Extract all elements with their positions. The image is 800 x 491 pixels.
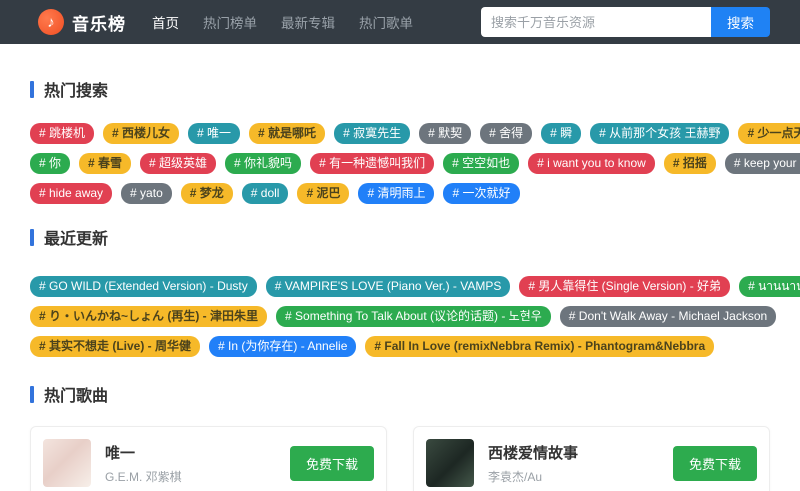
search-bar: 搜索	[481, 7, 770, 37]
section-bar	[30, 385, 34, 403]
song-info: 西楼爱情故事 李袁杰/Au	[488, 442, 578, 485]
hot-search-tag[interactable]: # hide away	[30, 183, 113, 204]
hot-search-tag[interactable]: # 跳楼机	[30, 123, 95, 144]
section-title-recent-update: 最近更新	[30, 225, 770, 249]
recent-update-tag[interactable]: # り・いんかね~しょん (再生) - 津田朱里	[30, 306, 268, 327]
hot-search-tag[interactable]: # 默契	[419, 123, 472, 144]
hot-search-tag[interactable]: # 你礼貌吗	[225, 153, 302, 174]
hot-search-tag[interactable]: # 舍得	[480, 123, 533, 144]
recent-update-tag-row: # 其实不想走 (Live) - 周华健 # In (为你存在) - Anneli…	[30, 336, 770, 357]
album-art	[43, 439, 91, 487]
section-title-hot-songs: 热门歌曲	[30, 382, 770, 406]
nav-item-new-albums[interactable]: 最新专辑	[281, 12, 335, 32]
recent-update-tag[interactable]: # In (为你存在) - Annelie	[209, 336, 357, 357]
recent-update-tag[interactable]: # นานนาน Feat.B5 - ToR+ Saksit	[739, 276, 800, 297]
recent-update-tag-list: # GO WILD (Extended Version) - Dusty # VA…	[30, 276, 800, 357]
hot-search-tag-row: # 跳楼机 # 西楼儿女 # 唯一 # 就是哪吒 # 寂寞先生 # 默契 # 舍得 # 瞬 # …	[30, 123, 800, 144]
recent-update-tag[interactable]: # VAMPIRE'S LOVE (Piano Ver.) - VAMPS	[265, 276, 511, 297]
top-navbar: ♪ 音乐榜 首页 热门榜单 最新专辑 热门歌单 搜索	[0, 0, 800, 44]
hot-song-card-list: 唯一 G.E.M. 邓紫棋 免费下载 西楼爱情故事 李袁杰/Au 免费下载	[30, 426, 770, 491]
nav-item-home[interactable]: 首页	[152, 12, 179, 32]
song-card: 西楼爱情故事 李袁杰/Au 免费下载	[413, 426, 770, 491]
music-note-logo-icon: ♪	[38, 9, 64, 35]
hot-search-tag[interactable]: # 泥巴	[297, 183, 350, 204]
free-download-button[interactable]: 免费下载	[289, 445, 374, 481]
search-button[interactable]: 搜索	[711, 7, 770, 37]
hot-search-tag[interactable]: # 从前那个女孩 王赫野	[590, 123, 730, 144]
song-card: 唯一 G.E.M. 邓紫棋 免费下载	[30, 426, 387, 491]
recent-update-tag[interactable]: # Fall In Love (remixNebbra Remix) - Pha…	[365, 336, 715, 357]
hot-search-tag[interactable]: # 少一点天分	[738, 123, 800, 144]
hot-search-tag[interactable]: # doll	[241, 183, 289, 204]
recent-update-tag[interactable]: # Something To Talk About (议论的话题) - 노현우	[276, 306, 551, 327]
song-title: 西楼爱情故事	[488, 444, 579, 462]
song-artist: 李袁杰/Au	[488, 469, 543, 484]
recent-update-tag[interactable]: # 男人靠得住 (Single Version) - 好弟	[519, 276, 731, 297]
hot-search-tag[interactable]: # 瞬	[541, 123, 582, 144]
recent-update-tag-row: # り・いんかね~しょん (再生) - 津田朱里 # Something To T…	[30, 306, 777, 327]
hot-search-tag[interactable]: # 春雪	[79, 153, 132, 174]
hot-search-tag[interactable]: # keep your eyes on me	[724, 153, 800, 174]
hot-search-tag-row: # 你 # 春雪 # 超级英雄 # 你礼貌吗 # 有一种遗憾叫我们 # 空空如也 # i w…	[30, 153, 800, 174]
recent-update-tag[interactable]: # GO WILD (Extended Version) - Dusty	[30, 276, 257, 297]
main-nav: 首页 热门榜单 最新专辑 热门歌单	[152, 12, 413, 32]
hot-search-tag[interactable]: # 空空如也	[443, 153, 520, 174]
recent-update-tag[interactable]: # Don't Walk Away - Michael Jackson	[559, 306, 777, 327]
hot-search-tag[interactable]: # 清明雨上	[358, 183, 435, 204]
brand[interactable]: ♪ 音乐榜	[38, 9, 126, 35]
section-title-text: 热门搜索	[44, 83, 109, 100]
section-bar	[30, 80, 34, 98]
free-download-button[interactable]: 免费下载	[672, 445, 757, 481]
hot-search-tag[interactable]: # 你	[30, 153, 71, 174]
hot-search-tag[interactable]: # 超级英雄	[140, 153, 217, 174]
hot-search-tag[interactable]: # 梦龙	[180, 183, 233, 204]
recent-update-tag[interactable]: # 其实不想走 (Live) - 周华健	[30, 336, 201, 357]
brand-title: 音乐榜	[72, 14, 126, 34]
section-title-text: 最近更新	[44, 231, 109, 248]
hot-search-tag[interactable]: # 西楼儿女	[103, 123, 180, 144]
hot-search-tag[interactable]: # yato	[121, 183, 172, 204]
hot-search-tag[interactable]: # 唯一	[188, 123, 241, 144]
page-content: 热门搜索 # 跳楼机 # 西楼儿女 # 唯一 # 就是哪吒 # 寂寞先生 # 默契 # 舍得…	[0, 77, 800, 491]
nav-item-hot-playlists[interactable]: 热门歌单	[359, 12, 413, 32]
song-artist: G.E.M. 邓紫棋	[105, 469, 182, 484]
search-input[interactable]	[481, 7, 711, 37]
hot-search-tag[interactable]: # 有一种遗憾叫我们	[310, 153, 435, 174]
section-title-text: 热门歌曲	[44, 388, 109, 405]
hot-search-tag[interactable]: # 寂寞先生	[334, 123, 411, 144]
song-title: 唯一	[105, 444, 136, 462]
hot-search-tag[interactable]: # 一次就好	[443, 183, 520, 204]
hot-search-tag[interactable]: # 就是哪吒	[249, 123, 326, 144]
section-bar	[30, 228, 34, 246]
hot-search-tag[interactable]: # i want you to know	[528, 153, 655, 174]
nav-item-hot-charts[interactable]: 热门榜单	[203, 12, 257, 32]
hot-search-tag-row: # hide away # yato # 梦龙 # doll # 泥巴 # 清明雨上 # 一…	[30, 183, 770, 204]
album-art	[426, 439, 474, 487]
song-info: 唯一 G.E.M. 邓紫棋	[105, 442, 182, 485]
hot-search-tag[interactable]: # 招摇	[663, 153, 716, 174]
hot-search-tag-list: # 跳楼机 # 西楼儿女 # 唯一 # 就是哪吒 # 寂寞先生 # 默契 # 舍得 # 瞬 # …	[30, 123, 800, 204]
section-title-hot-search: 热门搜索	[30, 77, 770, 101]
recent-update-tag-row: # GO WILD (Extended Version) - Dusty # VA…	[30, 276, 800, 297]
